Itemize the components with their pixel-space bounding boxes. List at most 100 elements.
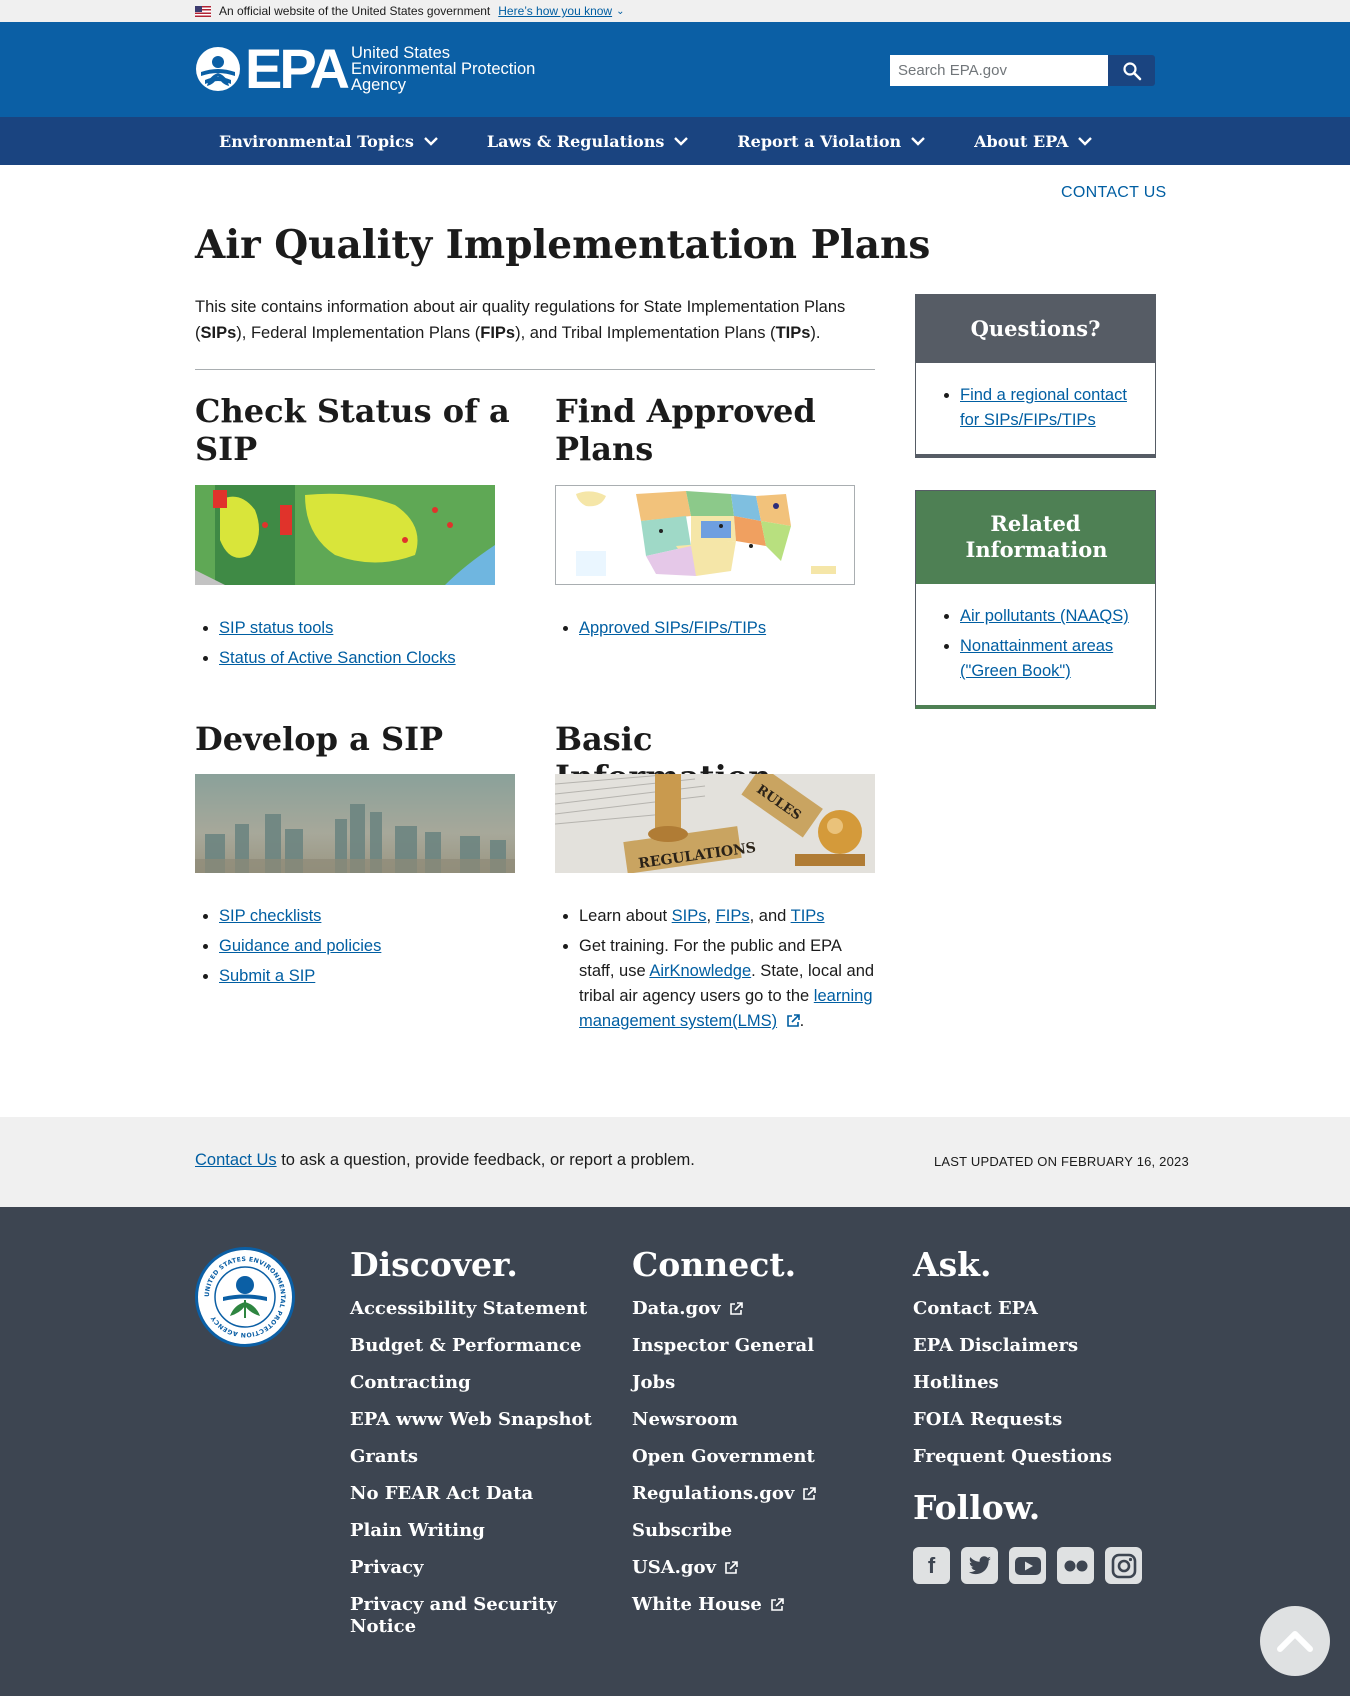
back-to-top-button[interactable] xyxy=(1260,1606,1330,1676)
contact-us-link[interactable]: CONTACT US xyxy=(1061,184,1167,202)
sip-status-tools-link[interactable]: SIP status tools xyxy=(219,619,333,637)
flickr-icon[interactable] xyxy=(1057,1547,1094,1584)
sanction-clocks-link[interactable]: Status of Active Sanction Clocks xyxy=(219,649,456,667)
footer-link-data-gov[interactable]: Data.gov xyxy=(632,1298,882,1320)
search-form xyxy=(890,55,1155,86)
intro-text-part: ), Federal Implementation Plans ( xyxy=(236,324,481,342)
footer-link-inspector-general[interactable]: Inspector General xyxy=(632,1335,882,1357)
questions-box: Questions? Find a regional contact for S… xyxy=(915,294,1156,458)
footer-link-contact-epa[interactable]: Contact EPA xyxy=(913,1298,1163,1320)
site-footer: UNITED STATES ENVIRONMENTAL PROTECTION A… xyxy=(0,1207,1350,1696)
footer-link-privacy[interactable]: Privacy xyxy=(350,1557,600,1579)
footer-link-regulations-gov[interactable]: Regulations.gov xyxy=(632,1483,882,1505)
epa-seal-icon[interactable]: UNITED STATES ENVIRONMENTAL PROTECTION A… xyxy=(195,1247,295,1347)
list-item: Air pollutants (NAAQS) xyxy=(960,604,1137,629)
basic-text: , xyxy=(706,907,716,925)
nav-laws-regulations[interactable]: Laws & Regulations xyxy=(462,117,713,165)
external-link-icon xyxy=(725,1561,738,1574)
nav-about-epa[interactable]: About EPA xyxy=(949,117,1116,165)
footer-link-hotlines[interactable]: Hotlines xyxy=(913,1372,1163,1394)
footer-link-usa-gov[interactable]: USA.gov xyxy=(632,1557,882,1579)
footer-link-plain-writing[interactable]: Plain Writing xyxy=(350,1520,600,1542)
footer-link-contracting[interactable]: Contracting xyxy=(350,1372,600,1394)
guidance-policies-link[interactable]: Guidance and policies xyxy=(219,937,381,955)
footer-link-grants[interactable]: Grants xyxy=(350,1446,600,1468)
feedback-text: Contact Us to ask a question, provide fe… xyxy=(195,1151,695,1170)
footer-link-open-government[interactable]: Open Government xyxy=(632,1446,882,1468)
twitter-icon[interactable] xyxy=(961,1547,998,1584)
list-item: Get training. For the public and EPA sta… xyxy=(579,934,880,1034)
list-item: Status of Active Sanction Clocks xyxy=(219,646,456,671)
find-approved-links: Approved SIPs/FIPs/TIPs xyxy=(555,616,766,646)
official-banner: An official website of the United States… xyxy=(0,0,1350,22)
nav-label: Laws & Regulations xyxy=(486,131,665,151)
sip-checklists-link[interactable]: SIP checklists xyxy=(219,907,321,925)
chevron-down-icon xyxy=(674,137,689,146)
naaqs-link[interactable]: Air pollutants (NAAQS) xyxy=(960,607,1129,625)
main-nav: Environmental Topics Laws & Regulations … xyxy=(0,117,1350,165)
basic-info-list: Learn about SIPs, FIPs, and TIPs Get tra… xyxy=(555,904,880,1039)
chevron-down-icon: ⌄ xyxy=(616,5,625,17)
footer-link-budget[interactable]: Budget & Performance xyxy=(350,1335,600,1357)
youtube-icon[interactable] xyxy=(1009,1547,1046,1584)
logo-line-1: United States xyxy=(351,44,451,62)
regional-contact-link[interactable]: Find a regional contact for SIPs/FIPs/TI… xyxy=(960,386,1127,429)
facebook-icon[interactable]: f xyxy=(913,1547,950,1584)
footer-link-label: Regulations.gov xyxy=(632,1483,795,1504)
footer-link-faq[interactable]: Frequent Questions xyxy=(913,1446,1163,1468)
external-link-icon xyxy=(771,1598,784,1611)
basic-text: Learn about xyxy=(579,907,672,925)
airknowledge-link[interactable]: AirKnowledge xyxy=(649,962,751,980)
intro-text-part: ). xyxy=(810,324,821,342)
nav-label: Environmental Topics xyxy=(219,131,414,151)
footer-link-web-snapshot[interactable]: EPA www Web Snapshot xyxy=(350,1409,600,1431)
footer-link-label: Data.gov xyxy=(632,1298,721,1319)
list-item: SIP status tools xyxy=(219,616,456,641)
connect-heading: Connect. xyxy=(632,1245,797,1284)
approved-plans-map-image[interactable] xyxy=(555,485,855,585)
questions-body: Find a regional contact for SIPs/FIPs/TI… xyxy=(916,363,1155,454)
footer-ask: Ask. Contact EPA EPA Disclaimers Hotline… xyxy=(913,1245,1163,1584)
intro-text-part: ), and Tribal Implementation Plans ( xyxy=(515,324,776,342)
footer-link-disclaimers[interactable]: EPA Disclaimers xyxy=(913,1335,1163,1357)
footer-link-jobs[interactable]: Jobs xyxy=(632,1372,882,1394)
chevron-down-icon xyxy=(911,137,925,146)
approved-sips-link[interactable]: Approved SIPs/FIPs/TIPs xyxy=(579,619,766,637)
footer-link-no-fear[interactable]: No FEAR Act Data xyxy=(350,1483,600,1505)
smoggy-skyline-image[interactable] xyxy=(195,774,515,873)
search-button[interactable] xyxy=(1108,55,1155,86)
logo-acronym: EPA xyxy=(245,37,350,100)
green-book-link[interactable]: Nonattainment areas ("Green Book") xyxy=(960,637,1113,680)
ask-heading: Ask. xyxy=(913,1245,992,1284)
nav-report-violation[interactable]: Report a Violation xyxy=(712,117,949,165)
us-flag-icon xyxy=(195,5,211,17)
heres-how-you-know-link[interactable]: Here’s how you know xyxy=(498,4,612,18)
list-item: Learn about SIPs, FIPs, and TIPs xyxy=(579,904,880,929)
regulations-stamp-image[interactable]: REGULATIONS RULES xyxy=(555,774,875,873)
find-approved-heading: Find Approved Plans xyxy=(555,392,816,468)
list-item: Find a regional contact for SIPs/FIPs/TI… xyxy=(960,383,1137,433)
footer-link-foia[interactable]: FOIA Requests xyxy=(913,1409,1163,1431)
check-status-heading: Check Status of a SIP xyxy=(195,392,510,468)
sips-link[interactable]: SIPs xyxy=(672,907,707,925)
footer-link-newsroom[interactable]: Newsroom xyxy=(632,1409,882,1431)
nav-label: About EPA xyxy=(974,131,1069,151)
footer-link-privacy-security[interactable]: Privacy and Security Notice xyxy=(350,1594,570,1638)
epa-logo[interactable]: EPA United States Environmental Protecti… xyxy=(195,37,535,100)
chevron-down-icon xyxy=(423,137,438,146)
instagram-icon[interactable] xyxy=(1105,1547,1142,1584)
search-input[interactable] xyxy=(890,55,1108,86)
intro-text: This site contains information about air… xyxy=(195,294,875,346)
follow-heading: Follow. xyxy=(913,1488,1041,1527)
tips-link[interactable]: TIPs xyxy=(791,907,825,925)
chevron-down-icon xyxy=(1078,137,1093,146)
footer-link-accessibility[interactable]: Accessibility Statement xyxy=(350,1298,600,1320)
contact-us-footer-link[interactable]: Contact Us xyxy=(195,1151,277,1169)
footer-link-white-house[interactable]: White House xyxy=(632,1594,882,1616)
nav-environmental-topics[interactable]: Environmental Topics xyxy=(195,117,462,165)
footer-link-subscribe[interactable]: Subscribe xyxy=(632,1520,882,1542)
external-link-icon xyxy=(729,1302,743,1315)
submit-sip-link[interactable]: Submit a SIP xyxy=(219,967,315,985)
fips-link[interactable]: FIPs xyxy=(716,907,750,925)
sip-status-map-image[interactable] xyxy=(195,485,495,585)
